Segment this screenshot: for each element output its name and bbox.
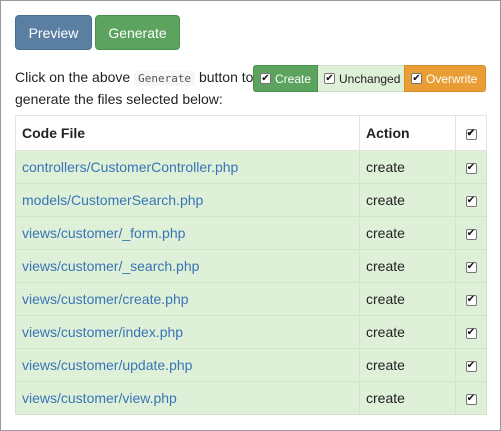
select-cell: ✔	[455, 348, 487, 382]
action-cell: create	[359, 315, 456, 349]
file-cell: views/customer/_form.php	[15, 216, 360, 250]
row-checkbox[interactable]: ✔	[465, 162, 477, 174]
legend-unchanged-toggle[interactable]: ✔ Unchanged	[318, 65, 404, 92]
legend-create-toggle[interactable]: ✔ Create	[253, 65, 318, 92]
overwrite-checkbox[interactable]: ✔	[411, 73, 422, 84]
row-checkbox[interactable]: ✔	[465, 228, 477, 240]
table-row: views/customer/index.php create ✔	[15, 315, 487, 349]
file-cell: views/customer/update.php	[15, 348, 360, 382]
file-link[interactable]: models/CustomerSearch.php	[22, 192, 203, 208]
select-all-cell: ✔	[455, 115, 487, 151]
table-row: controllers/CustomerController.php creat…	[15, 150, 487, 184]
select-cell: ✔	[455, 381, 487, 415]
preview-button[interactable]: Preview	[15, 15, 92, 50]
legend-create-label: Create	[275, 71, 312, 86]
table-header-row: Code File Action ✔	[15, 115, 487, 151]
action-cell: create	[359, 348, 456, 382]
file-link[interactable]: views/customer/_search.php	[22, 258, 199, 274]
row-checkbox[interactable]: ✔	[465, 195, 477, 207]
file-link[interactable]: views/customer/_form.php	[22, 225, 185, 241]
generate-button[interactable]: Generate	[95, 15, 180, 50]
select-cell: ✔	[455, 249, 487, 283]
action-cell: create	[359, 216, 456, 250]
table-row: views/customer/create.php create ✔	[15, 282, 487, 316]
legend-overwrite-toggle[interactable]: ✔ Overwrite	[404, 65, 486, 92]
create-checkbox[interactable]: ✔	[260, 73, 271, 84]
instructions-before: Click on the above	[15, 69, 135, 85]
file-cell: controllers/CustomerController.php	[15, 150, 360, 184]
file-cell: views/customer/_search.php	[15, 249, 360, 283]
instructions-text: Click on the above Generate button to ge…	[15, 67, 255, 109]
action-cell: create	[359, 150, 456, 184]
code-file-header: Code File	[15, 115, 360, 151]
action-header: Action	[359, 115, 456, 151]
legend-unchanged-label: Unchanged	[339, 71, 401, 86]
select-cell: ✔	[455, 216, 487, 250]
table-row: views/customer/_search.php create ✔	[15, 249, 487, 283]
table-row: models/CustomerSearch.php create ✔	[15, 183, 487, 217]
action-cell: create	[359, 183, 456, 217]
files-table: Code File Action ✔ controllers/CustomerC…	[15, 115, 487, 415]
row-checkbox[interactable]: ✔	[465, 294, 477, 306]
file-cell: views/customer/view.php	[15, 381, 360, 415]
table-row: views/customer/_form.php create ✔	[15, 216, 487, 250]
instructions-code: Generate	[134, 71, 196, 86]
select-cell: ✔	[455, 150, 487, 184]
action-cell: create	[359, 249, 456, 283]
unchanged-checkbox[interactable]: ✔	[324, 73, 335, 84]
legend-overwrite-label: Overwrite	[426, 71, 478, 86]
file-link[interactable]: controllers/CustomerController.php	[22, 159, 238, 175]
file-cell: views/customer/index.php	[15, 315, 360, 349]
file-link[interactable]: views/customer/view.php	[22, 390, 177, 406]
select-cell: ✔	[455, 282, 487, 316]
row-checkbox[interactable]: ✔	[465, 327, 477, 339]
file-link[interactable]: views/customer/index.php	[22, 324, 183, 340]
file-cell: models/CustomerSearch.php	[15, 183, 360, 217]
select-cell: ✔	[455, 315, 487, 349]
select-cell: ✔	[455, 183, 487, 217]
row-checkbox[interactable]: ✔	[465, 360, 477, 372]
generator-panel: Preview Generate Click on the above Gene…	[0, 0, 501, 431]
action-cell: create	[359, 282, 456, 316]
action-cell: create	[359, 381, 456, 415]
file-cell: views/customer/create.php	[15, 282, 360, 316]
select-all-checkbox[interactable]: ✔	[465, 128, 477, 140]
file-link[interactable]: views/customer/create.php	[22, 291, 189, 307]
table-row: views/customer/update.php create ✔	[15, 348, 487, 382]
row-checkbox[interactable]: ✔	[465, 393, 477, 405]
table-row: views/customer/view.php create ✔	[15, 381, 487, 415]
file-link[interactable]: views/customer/update.php	[22, 357, 192, 373]
row-checkbox[interactable]: ✔	[465, 261, 477, 273]
